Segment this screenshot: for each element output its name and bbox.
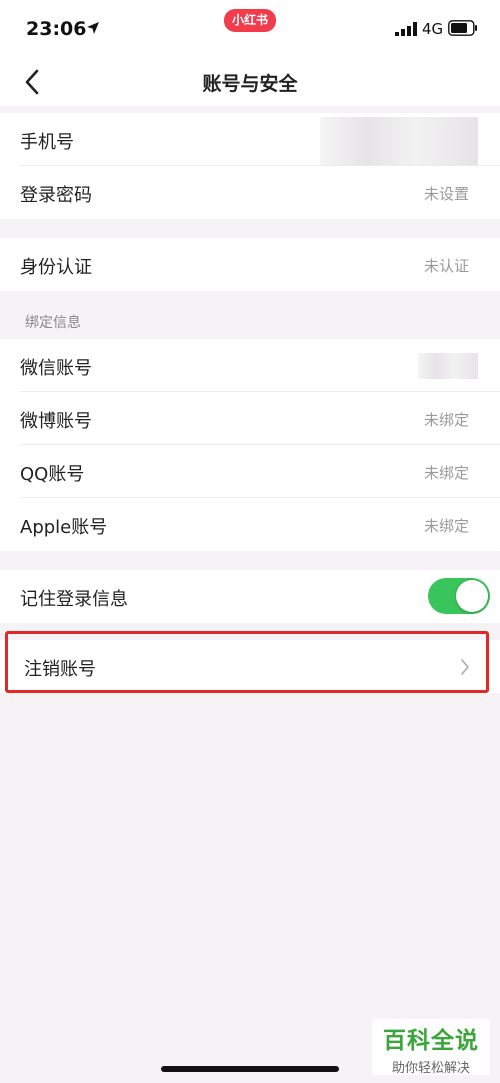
password-value: 未设置	[423, 185, 469, 203]
qq-label: QQ账号	[20, 464, 85, 485]
apple-label: Apple账号	[20, 517, 108, 538]
network-label: 4G	[422, 20, 444, 38]
battery-icon	[448, 20, 477, 36]
qq-value: 未绑定	[423, 464, 469, 482]
remember-row: 记住登录信息	[0, 570, 500, 623]
watermark-title: 百科全说	[383, 1028, 479, 1054]
identity-row[interactable]: 身份认证 未认证	[0, 238, 500, 291]
remember-toggle[interactable]	[428, 578, 490, 614]
phone-label: 手机号	[20, 132, 74, 153]
password-row[interactable]: 登录密码 未设置	[0, 166, 500, 219]
phone-row[interactable]: 手机号	[0, 113, 500, 166]
wechat-row[interactable]: 微信账号	[0, 339, 500, 392]
phone-value-blurred	[320, 117, 478, 165]
account-group: 手机号 登录密码 未设置	[0, 113, 500, 219]
page-title: 账号与安全	[202, 73, 298, 95]
qq-row[interactable]: QQ账号 未绑定	[0, 445, 500, 498]
watermark-logo: 百科全说 助你轻松解决	[372, 1019, 490, 1076]
wechat-value-blurred	[418, 353, 478, 379]
navigation-bar: 账号与安全	[0, 58, 500, 106]
apple-value: 未绑定	[423, 517, 469, 535]
weibo-row[interactable]: 微博账号 未绑定	[0, 392, 500, 445]
app-badge: 小红书	[224, 9, 276, 32]
highlight-box	[5, 631, 489, 693]
weibo-value: 未绑定	[423, 411, 469, 429]
location-arrow-icon	[87, 22, 99, 34]
signal-icon	[395, 22, 417, 36]
password-label: 登录密码	[20, 185, 92, 206]
toggle-knob	[456, 580, 488, 612]
identity-value: 未认证	[423, 257, 469, 275]
wechat-label: 微信账号	[20, 358, 92, 379]
remember-group: 记住登录信息	[0, 570, 500, 623]
binding-section-header: 绑定信息	[25, 315, 81, 331]
remember-label: 记住登录信息	[20, 589, 128, 610]
home-indicator	[161, 1066, 339, 1072]
watermark-subtitle: 助你轻松解决	[391, 1061, 470, 1076]
identity-label: 身份认证	[20, 257, 92, 278]
apple-row[interactable]: Apple账号 未绑定	[0, 498, 500, 551]
status-time: 23:06	[26, 18, 87, 40]
binding-group: 微信账号 微博账号 未绑定 QQ账号 未绑定 Apple账号 未绑定	[0, 339, 500, 551]
status-bar: 23:06 小红书 4G	[0, 0, 500, 58]
identity-group: 身份认证 未认证	[0, 238, 500, 291]
weibo-label: 微博账号	[20, 411, 92, 432]
